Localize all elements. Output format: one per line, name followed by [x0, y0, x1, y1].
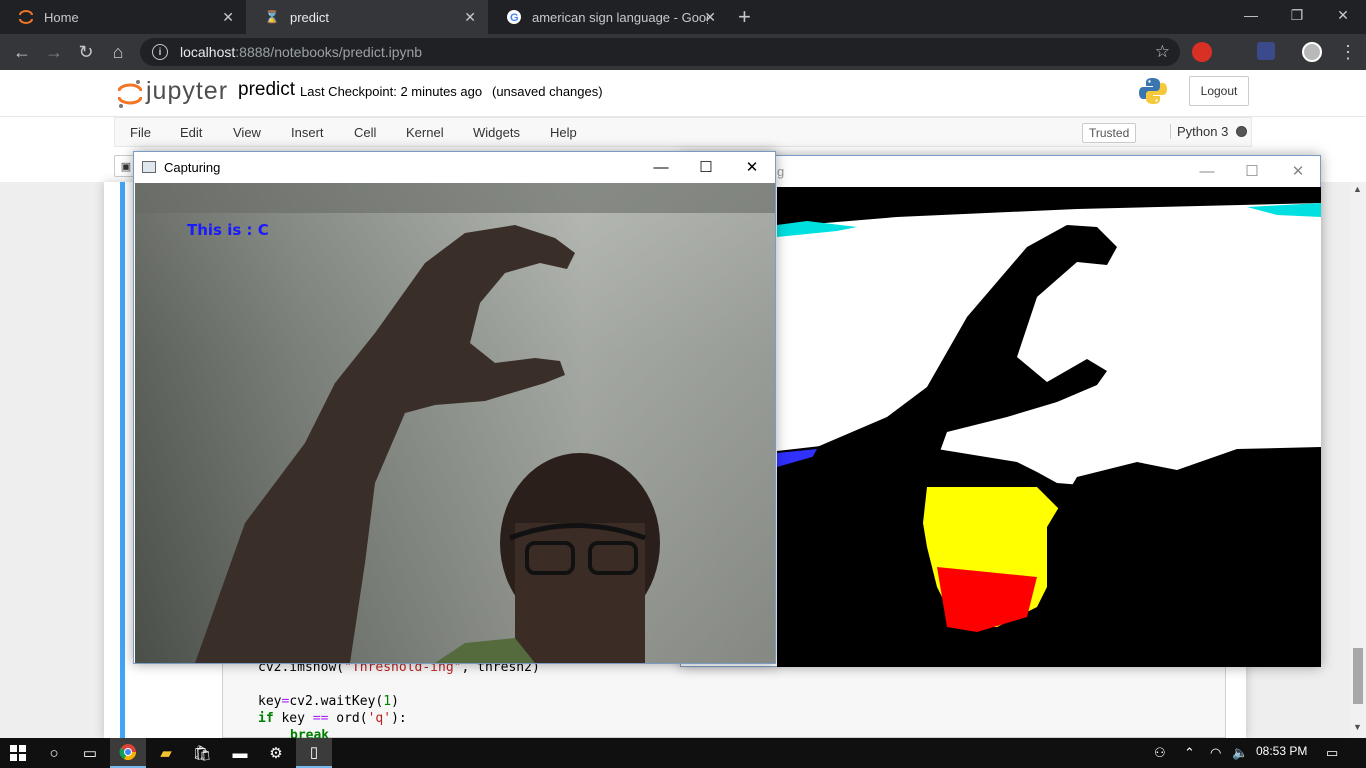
autosave-status: (unsaved changes)	[492, 84, 603, 99]
opencv-window-taskbar-icon[interactable]: ▯	[296, 738, 332, 768]
google-favicon: G	[506, 9, 522, 25]
menu-edit[interactable]: Edit	[180, 125, 202, 140]
browser-toolbar: ← → ↻ ⌂ i localhost:8888/notebooks/predi…	[0, 34, 1366, 70]
minimize-icon[interactable]: —	[1184, 156, 1230, 186]
scroll-down-icon[interactable]: ▼	[1353, 722, 1362, 732]
svg-text:G: G	[510, 12, 519, 24]
restore-icon[interactable]: ❐	[1274, 0, 1320, 30]
menu-kernel[interactable]: Kernel	[406, 125, 444, 140]
threshold-window[interactable]: g — ☐ ✕	[680, 155, 1321, 667]
minimize-icon[interactable]: —	[638, 152, 684, 182]
checkpoint-status: Last Checkpoint: 2 minutes ago	[300, 84, 483, 99]
people-icon[interactable]: ⚇	[1154, 745, 1166, 761]
window-title: Capturing	[164, 159, 221, 175]
hourglass-icon: ⌛	[264, 10, 280, 24]
search-circle-icon[interactable]: ○	[36, 738, 72, 768]
webcam-frame: This is : C	[135, 183, 775, 663]
maximize-icon[interactable]: ☐	[683, 152, 729, 182]
python-logo-icon	[1138, 76, 1168, 106]
address-bar[interactable]: i localhost:8888/notebooks/predict.ipynb…	[140, 38, 1180, 66]
home-icon[interactable]: ⌂	[106, 40, 130, 64]
threshold-image	[777, 187, 1321, 667]
windows-start-icon[interactable]	[0, 738, 36, 768]
settings-gear-icon[interactable]: ⚙	[258, 738, 294, 768]
window-icon	[142, 161, 156, 173]
menu-help[interactable]: Help	[550, 125, 577, 140]
extension-stop-icon[interactable]	[1192, 42, 1212, 62]
code-token: ):	[391, 711, 407, 726]
menu-view[interactable]: View	[233, 125, 261, 140]
bookmark-star-icon[interactable]: ☆	[1155, 42, 1170, 62]
menu-widgets[interactable]: Widgets	[473, 125, 520, 140]
code-operator: ==	[312, 711, 329, 726]
close-tab-icon[interactable]: ✕	[222, 9, 234, 26]
wifi-icon[interactable]: ◠	[1210, 745, 1221, 761]
trusted-badge[interactable]: Trusted	[1082, 123, 1137, 143]
code-number: 1	[383, 694, 392, 709]
notifications-icon[interactable]: ▭	[1326, 745, 1338, 761]
prediction-label: This is : C	[187, 221, 269, 239]
kernel-name[interactable]: Python 3	[1170, 124, 1228, 139]
code-token: key	[258, 694, 282, 709]
chevron-up-icon[interactable]: ⌃	[1184, 745, 1195, 761]
extension-shield-icon[interactable]	[1257, 42, 1275, 60]
logout-button[interactable]: Logout	[1189, 76, 1249, 106]
code-string: 'q'	[367, 711, 392, 726]
windows-taskbar: ○ ▭ ▰ 🛍 ▬ ⚙ ▯ ⚇ ⌃ ◠ 🔈 08:53 PM ▭	[0, 738, 1366, 768]
url-host: localhost	[180, 44, 236, 60]
menu-file[interactable]: File	[130, 125, 151, 140]
code-token: ord(	[328, 711, 368, 726]
back-arrow-icon[interactable]: ←	[10, 40, 34, 64]
page-scrollbar[interactable]: ▲ ▼	[1350, 182, 1366, 738]
tab-google[interactable]: G american sign language - Google ✕	[488, 0, 728, 34]
code-line: key=cv2.waitKey(1)	[258, 694, 399, 709]
task-view-icon[interactable]: ▭	[72, 738, 108, 768]
close-icon[interactable]: ✕	[729, 152, 775, 182]
menu-insert[interactable]: Insert	[291, 125, 324, 140]
tab-predict[interactable]: ⌛ predict ✕	[246, 0, 488, 34]
jupyter-favicon	[18, 9, 34, 25]
url-path: :8888/notebooks/predict.ipynb	[235, 44, 423, 60]
close-window-icon[interactable]: ✕	[1320, 0, 1366, 30]
menu-cell[interactable]: Cell	[354, 125, 376, 140]
code-token: key	[273, 711, 313, 726]
close-tab-icon[interactable]: ✕	[704, 9, 716, 26]
scroll-thumb[interactable]	[1353, 648, 1363, 704]
maximize-icon[interactable]: ☐	[1229, 156, 1275, 186]
taskbar-clock[interactable]: 08:53 PM	[1256, 744, 1307, 758]
code-token: cv2.waitKey(	[289, 694, 384, 709]
kernel-status-indicator	[1236, 126, 1247, 137]
tab-label: predict	[290, 9, 330, 25]
selected-cell-indicator	[120, 182, 125, 738]
menu-dots-icon[interactable]: ⋮	[1336, 40, 1360, 64]
tab-label: american sign language - Google	[532, 9, 708, 25]
close-icon[interactable]: ✕	[1275, 156, 1321, 186]
store-icon[interactable]: 🛍	[184, 738, 220, 768]
new-tab-icon[interactable]: +	[738, 4, 751, 30]
jupyter-logo[interactable]: jupyter	[117, 77, 229, 108]
code-keyword: if	[258, 711, 274, 726]
code-line: if key == ord('q'):	[258, 711, 407, 726]
notebook-name[interactable]: predict	[238, 79, 295, 101]
close-tab-icon[interactable]: ✕	[464, 9, 476, 26]
forward-arrow-icon[interactable]: →	[42, 40, 66, 64]
tab-strip: Home ✕ ⌛ predict ✕ G american sign langu…	[0, 0, 1366, 34]
volume-icon[interactable]: 🔈	[1232, 745, 1248, 761]
scroll-up-icon[interactable]: ▲	[1353, 184, 1362, 194]
info-icon[interactable]: i	[152, 44, 168, 60]
jupyter-header: jupyter predict Last Checkpoint: 2 minut…	[0, 70, 1366, 116]
window-title: g	[777, 163, 785, 179]
code-token: )	[391, 694, 399, 709]
jupyter-wordmark: jupyter	[146, 77, 229, 105]
tab-label: Home	[44, 9, 79, 25]
file-explorer-icon[interactable]: ▰	[148, 738, 184, 768]
terminal-icon[interactable]: ▬	[222, 738, 258, 768]
reload-icon[interactable]: ↻	[74, 40, 98, 64]
capturing-window[interactable]: Capturing — ☐ ✕ This is : C	[133, 151, 776, 664]
avatar[interactable]	[1302, 42, 1322, 62]
tab-home[interactable]: Home ✕	[0, 0, 246, 34]
minimize-icon[interactable]: —	[1228, 0, 1274, 30]
chrome-taskbar-icon[interactable]	[110, 738, 146, 768]
jupyter-logo-icon	[117, 79, 143, 108]
